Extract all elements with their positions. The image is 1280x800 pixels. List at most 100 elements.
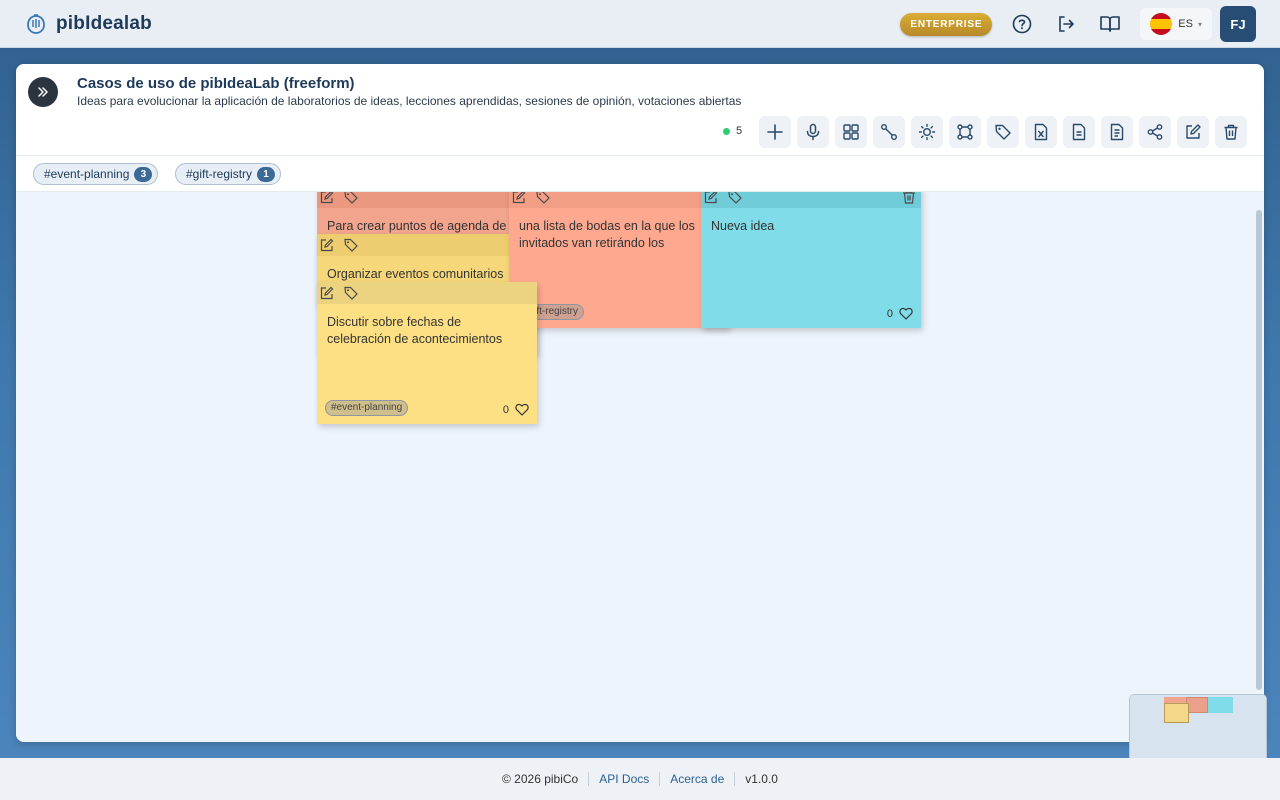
footer-divider xyxy=(588,772,590,786)
expand-sidebar-button[interactable] xyxy=(28,77,58,107)
board-description: Ideas para evolucionar la aplicación de … xyxy=(77,94,742,108)
language-code: ES xyxy=(1178,18,1193,30)
delete-board-button[interactable] xyxy=(1215,116,1247,148)
minimap-note xyxy=(1208,697,1233,713)
microphone-icon xyxy=(806,123,820,141)
footer: © 2026 pibiCo API Docs Acerca de v1.0.0 xyxy=(0,758,1280,800)
tag-icon[interactable] xyxy=(343,192,359,205)
theme-toggle-button[interactable] xyxy=(911,116,943,148)
tag-count: 3 xyxy=(134,166,153,182)
online-status-dot xyxy=(723,127,730,135)
grid-layout-button[interactable] xyxy=(835,116,867,148)
voice-input-button[interactable] xyxy=(797,116,829,148)
note-text: Nueva idea xyxy=(711,219,775,233)
note-text: Discutir sobre fechas de celebración de … xyxy=(327,315,503,346)
trash-icon[interactable] xyxy=(901,192,917,205)
tag-icon[interactable] xyxy=(343,237,359,253)
note-toolbar xyxy=(317,282,537,304)
note-text: Para crear puntos de agenda de xyxy=(327,219,507,233)
board-title: Casos de uso de pibIdeaLab (freeform) xyxy=(77,75,355,92)
trash-icon xyxy=(1224,124,1238,140)
vote-count: 0 xyxy=(886,307,893,320)
note-toolbar xyxy=(317,192,537,208)
note-toolbar xyxy=(701,192,921,208)
help-icon[interactable] xyxy=(1006,8,1038,40)
grid-icon xyxy=(843,124,859,140)
sun-icon xyxy=(918,123,936,141)
tag-icon[interactable] xyxy=(343,285,359,301)
cluster-button[interactable] xyxy=(949,116,981,148)
chevron-down-icon: ▾ xyxy=(1197,19,1202,29)
tag-icon xyxy=(995,124,1011,140)
add-note-button[interactable] xyxy=(759,116,791,148)
plus-icon xyxy=(767,124,783,140)
document-icon xyxy=(1072,123,1086,141)
canvas-scrollbar[interactable] xyxy=(1256,210,1262,690)
tag-label: #gift-registry xyxy=(186,167,253,181)
double-chevron-right-icon xyxy=(38,87,48,97)
copyright: © 2026 pibiCo xyxy=(502,772,579,786)
footer-divider xyxy=(659,772,661,786)
tag-filter-event-planning[interactable]: #event-planning 3 xyxy=(33,163,159,185)
about-link[interactable]: Acerca de xyxy=(670,772,724,786)
heart-icon[interactable] xyxy=(899,307,913,320)
export-excel-button[interactable] xyxy=(1025,116,1057,148)
online-count: 5 xyxy=(736,125,743,137)
sticky-note[interactable]: Nueva idea 0 xyxy=(701,192,921,328)
edit-icon[interactable] xyxy=(703,192,719,205)
note-votes: 0 xyxy=(503,403,529,416)
edit-icon xyxy=(1186,124,1201,139)
sticky-note[interactable]: Discutir sobre fechas de celebración de … xyxy=(317,282,537,424)
user-avatar[interactable]: FJ xyxy=(1220,6,1256,42)
share-icon xyxy=(1147,124,1163,140)
sticky-note[interactable]: una lista de bodas en la que los invitad… xyxy=(509,192,729,328)
board-toolbar xyxy=(759,116,1253,148)
vote-count: 0 xyxy=(502,403,509,416)
api-docs-link[interactable]: API Docs xyxy=(599,772,649,786)
logout-icon[interactable] xyxy=(1050,8,1082,40)
minimap-note xyxy=(1164,703,1189,723)
tag-manager-button[interactable] xyxy=(987,116,1019,148)
network-icon xyxy=(957,124,973,140)
edit-icon[interactable] xyxy=(319,192,335,205)
app-name: pibIdealab xyxy=(56,12,152,34)
tag-count: 1 xyxy=(257,166,276,182)
note-toolbar xyxy=(509,192,729,208)
edit-icon[interactable] xyxy=(511,192,527,205)
board-canvas[interactable]: Para crear puntos de agenda de Organizar… xyxy=(16,192,1264,742)
version-label: v1.0.0 xyxy=(745,772,778,786)
brand[interactable]: pibIdealab xyxy=(24,12,152,36)
tag-filter-bar: #event-planning 3 #gift-registry 1 xyxy=(16,156,1264,192)
note-toolbar xyxy=(317,234,537,256)
share-button[interactable] xyxy=(1139,116,1171,148)
language-select[interactable]: ES ▾ xyxy=(1140,8,1212,40)
book-icon[interactable] xyxy=(1094,8,1126,40)
tag-icon[interactable] xyxy=(727,192,743,205)
heart-icon[interactable] xyxy=(515,403,529,416)
tag-filter-gift-registry[interactable]: #gift-registry 1 xyxy=(175,163,282,185)
spain-flag-icon xyxy=(1150,13,1173,35)
edit-icon[interactable] xyxy=(319,237,335,253)
excel-file-icon xyxy=(1034,123,1048,141)
report-button[interactable] xyxy=(1101,116,1133,148)
top-navigation-bar: pibIdealab ENTERPRISE ES ▾ FJ xyxy=(0,0,1280,48)
board-panel: Casos de uso de pibIdeaLab (freeform) Id… xyxy=(16,64,1264,742)
connect-notes-button[interactable] xyxy=(873,116,905,148)
file-text-icon xyxy=(1110,123,1124,141)
export-document-button[interactable] xyxy=(1063,116,1095,148)
note-votes: 0 xyxy=(887,307,913,320)
footer-divider xyxy=(734,772,736,786)
logo-icon xyxy=(24,12,48,36)
online-users-indicator: 5 xyxy=(723,125,742,137)
tag-icon[interactable] xyxy=(535,192,551,205)
note-text: Organizar eventos comunitarios xyxy=(327,267,504,281)
edit-board-button[interactable] xyxy=(1177,116,1209,148)
note-text: una lista de bodas en la que los invitad… xyxy=(519,219,695,250)
board-header: Casos de uso de pibIdeaLab (freeform) Id… xyxy=(16,64,1264,156)
tag-label: #event-planning xyxy=(44,167,130,181)
connector-icon xyxy=(881,124,897,140)
minimap-note xyxy=(1186,697,1208,713)
edit-icon[interactable] xyxy=(319,285,335,301)
note-tag[interactable]: #event-planning xyxy=(325,400,409,416)
enterprise-badge: ENTERPRISE xyxy=(900,12,993,36)
